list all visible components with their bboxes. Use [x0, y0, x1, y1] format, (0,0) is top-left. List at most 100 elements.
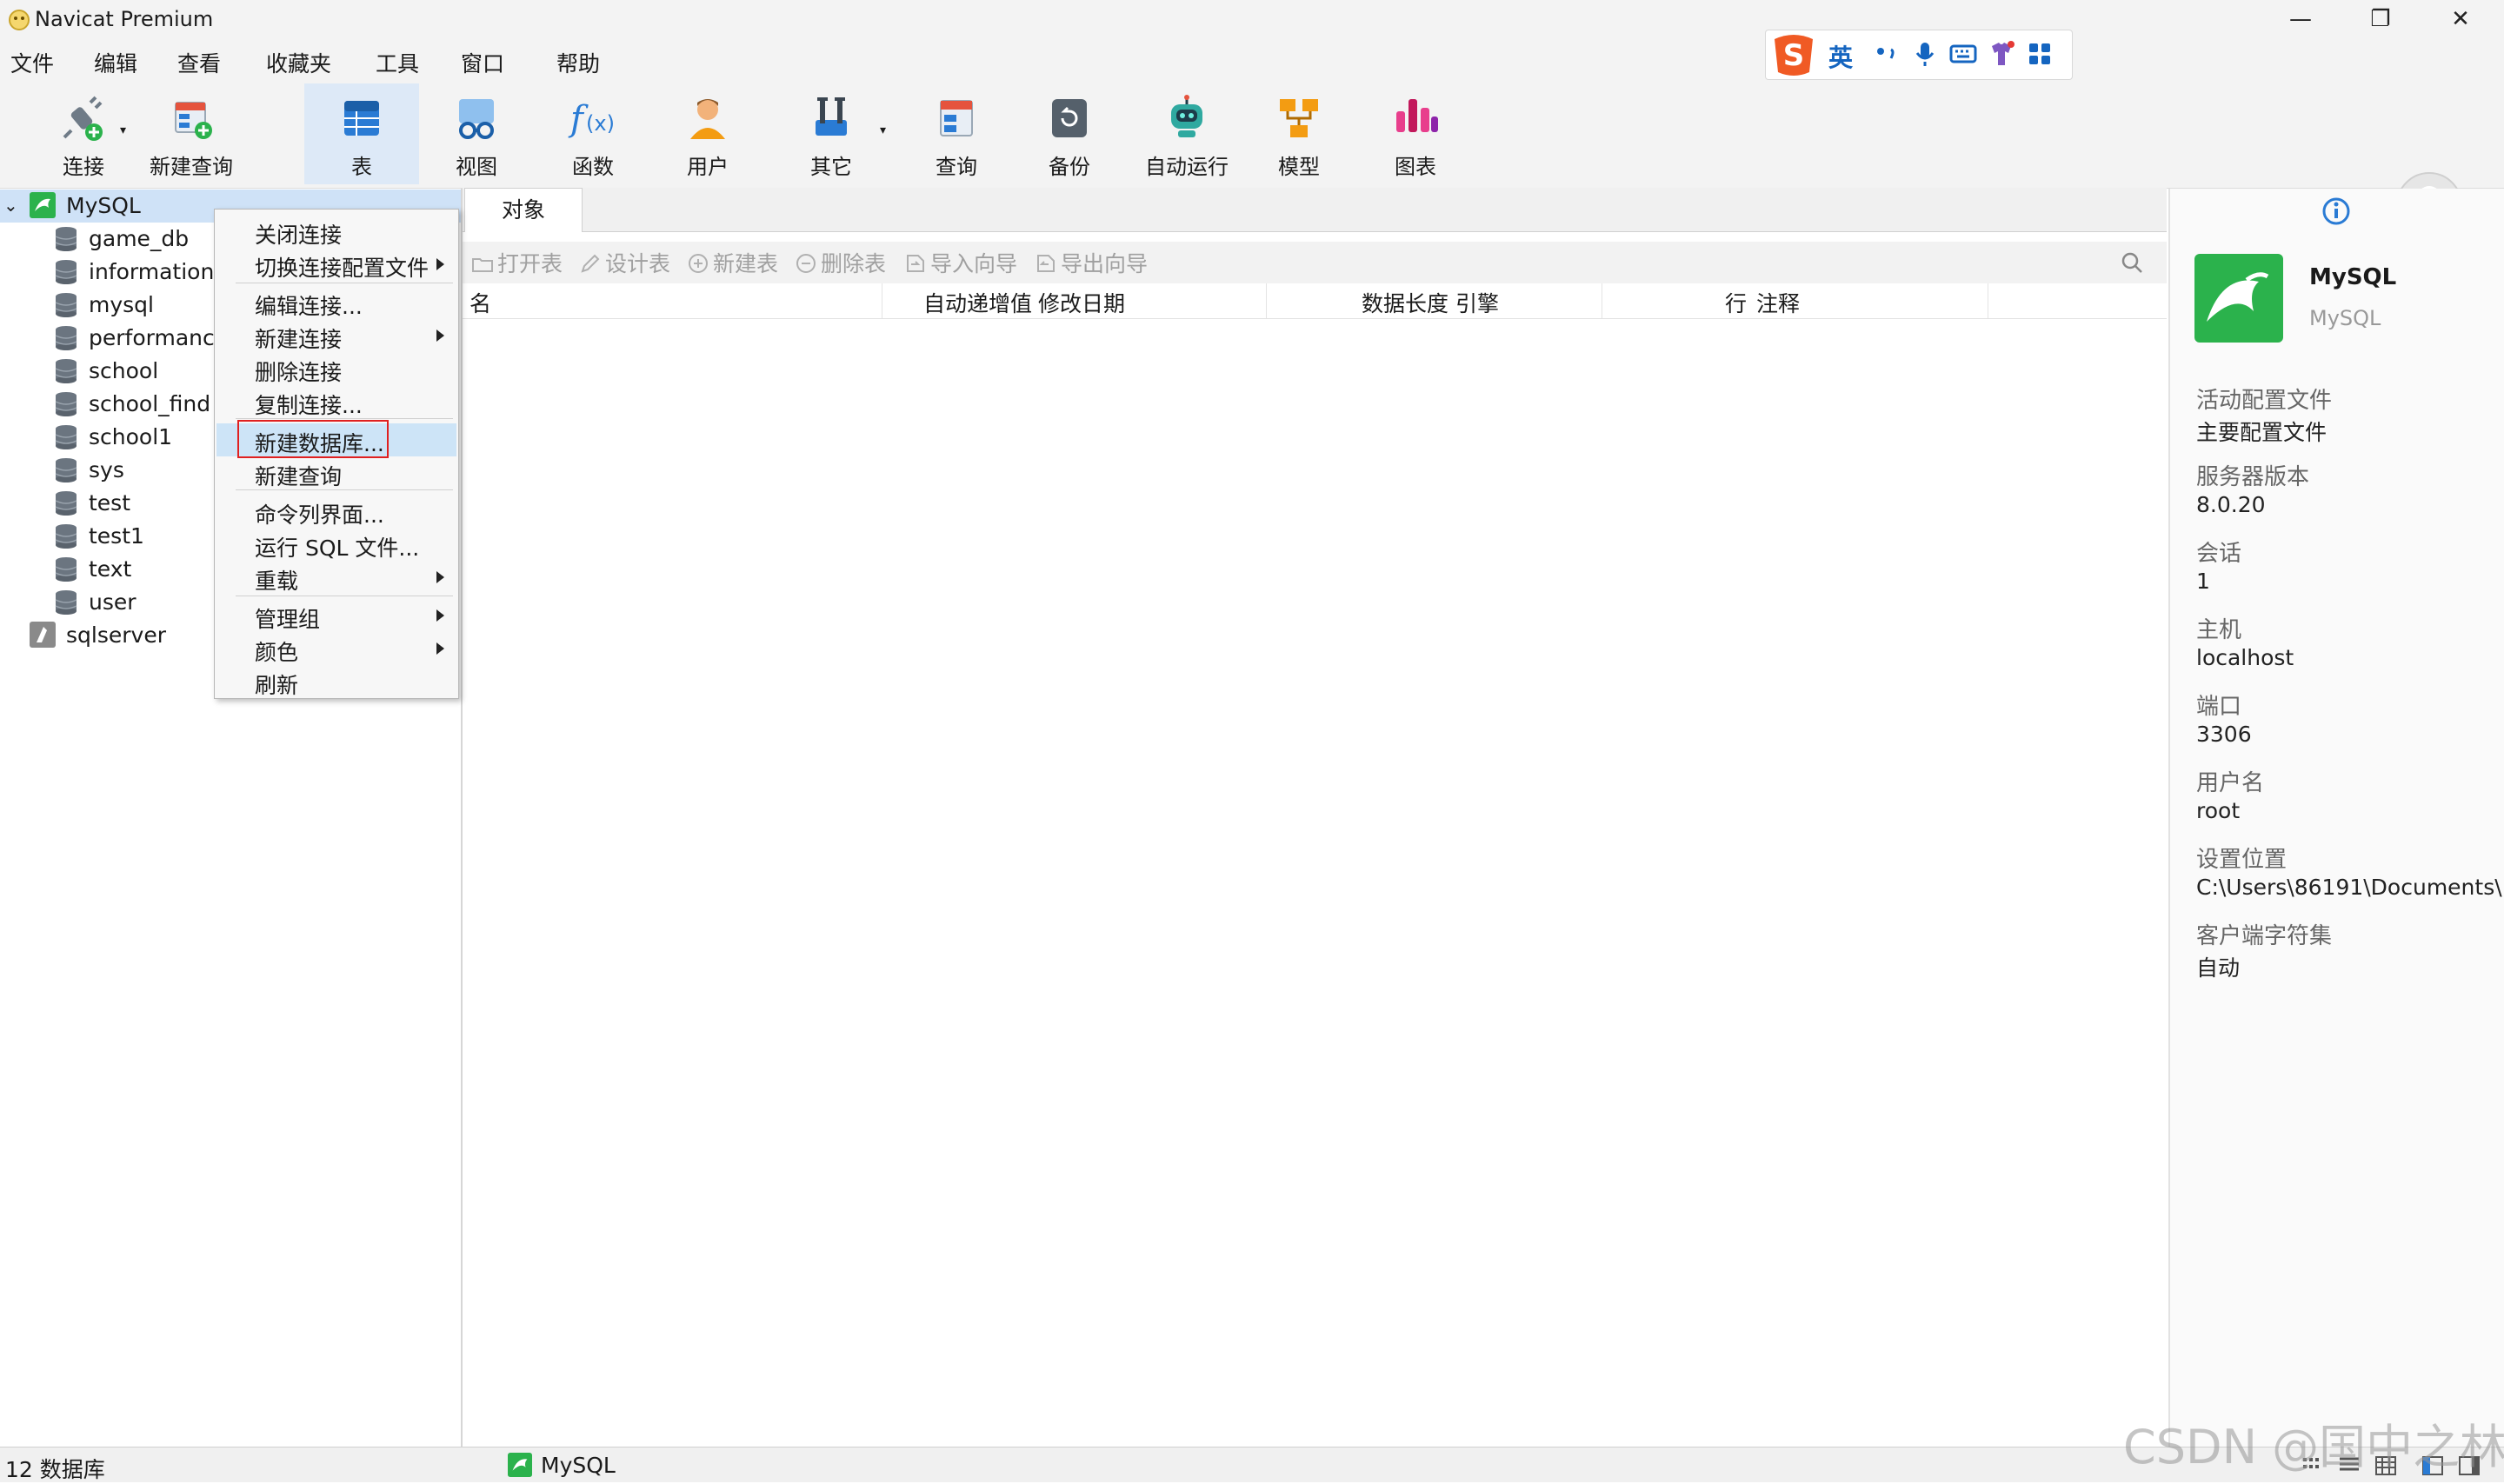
open-table-button[interactable]: 打开表	[471, 247, 563, 278]
tree-label: performance	[89, 325, 229, 350]
database-icon	[55, 227, 77, 251]
info-field-label: 端口	[2196, 694, 2242, 720]
minimize-button[interactable]: —	[2261, 0, 2341, 38]
info-field-value: 8.0.20	[2196, 492, 2266, 517]
column-rows[interactable]: 行	[1725, 287, 1747, 318]
context-menu-label: 刷新	[255, 673, 299, 698]
context-menu-item[interactable]: 重载	[216, 561, 456, 594]
microphone-icon[interactable]	[1910, 39, 1940, 69]
mysql-connection-icon	[30, 192, 56, 218]
chevron-down-icon[interactable]: ⌄	[3, 195, 18, 216]
ime-mode-label[interactable]: 英	[1828, 39, 1853, 74]
menu-tools[interactable]: 工具	[376, 47, 419, 78]
context-menu-item[interactable]: 命令列界面...	[216, 495, 456, 528]
table-button[interactable]: 表	[304, 83, 419, 184]
close-button[interactable]: ✕	[2421, 0, 2501, 38]
info-title: MySQL	[2309, 264, 2397, 290]
context-menu-item[interactable]: 删除连接	[216, 352, 456, 385]
info-field-label: 主机	[2196, 617, 2242, 643]
context-menu-item[interactable]: 关闭连接	[216, 215, 456, 248]
context-menu-item[interactable]: 编辑连接...	[216, 286, 456, 319]
menu-favorites[interactable]: 收藏夹	[266, 47, 331, 78]
menu-view[interactable]: 查看	[177, 47, 221, 78]
punctuation-icon[interactable]	[1872, 39, 1901, 69]
dropdown-arrow-icon[interactable]: ▾	[120, 123, 126, 137]
context-menu-item[interactable]: 新建连接	[216, 319, 456, 352]
menu-edit[interactable]: 编辑	[94, 47, 137, 78]
menu-file[interactable]: 文件	[10, 47, 54, 78]
delete-table-button[interactable]: 删除表	[795, 247, 886, 278]
context-menu-item[interactable]: 复制连接...	[216, 385, 456, 418]
apps-grid-icon[interactable]	[2025, 39, 2054, 69]
info-field-label: 用户名	[2196, 770, 2265, 796]
tree-label: MySQL	[66, 193, 141, 218]
dropdown-arrow-icon[interactable]: ▾	[880, 123, 886, 137]
tab-strip	[463, 188, 2167, 232]
export-wizard-button[interactable]: 导出向导	[1035, 247, 1148, 278]
context-menu-item[interactable]: 运行 SQL 文件...	[216, 528, 456, 561]
column-data-length[interactable]: 数据长度	[1362, 287, 1448, 318]
highlight-annotation-box	[237, 420, 389, 458]
title-bar: Navicat Premium — ❐ ✕	[0, 0, 2504, 38]
column-auto-increment[interactable]: 自动递增值	[923, 287, 1032, 318]
chart-button[interactable]: 图表	[1362, 83, 1469, 184]
function-button[interactable]: f (x) 函数	[539, 83, 647, 184]
database-count: 12 数据库	[5, 1457, 105, 1482]
info-field-value: 主要配置文件	[2196, 420, 2328, 445]
backup-button[interactable]: 备份	[1016, 83, 1123, 184]
watermark: CSDN @国中之林	[2123, 1420, 2504, 1474]
connection-button[interactable]: 连接 ▾	[30, 83, 137, 184]
database-icon	[55, 524, 77, 549]
tree-label: user	[89, 589, 137, 615]
export-wizard-label: 导出向导	[1061, 251, 1149, 276]
column-comment[interactable]: 注释	[1756, 287, 1800, 318]
info-icon[interactable]	[2321, 196, 2351, 226]
toolbar-label: 模型	[1278, 155, 1320, 179]
import-wizard-label: 导入向导	[930, 251, 1018, 276]
sogou-logo-icon[interactable]: S	[1769, 32, 1818, 77]
context-menu-item[interactable]: 切换连接配置文件	[216, 248, 456, 281]
column-modified-date[interactable]: 修改日期	[1038, 287, 1125, 318]
model-button[interactable]: 模型	[1245, 83, 1353, 184]
connection-plug-icon	[63, 96, 103, 141]
toolbar-label: 视图	[456, 155, 497, 179]
table-icon	[344, 101, 379, 136]
context-menu-label: 命令列界面...	[255, 502, 384, 528]
context-menu-label: 颜色	[255, 640, 299, 665]
column-name[interactable]: 名	[470, 287, 491, 318]
tree-label: text	[89, 556, 132, 582]
view-icon	[459, 99, 494, 139]
design-table-label: 设计表	[605, 251, 671, 276]
query-button[interactable]: 查询	[902, 83, 1010, 184]
context-menu-item[interactable]: 管理组	[216, 599, 456, 632]
keyboard-icon[interactable]	[1948, 39, 1978, 69]
info-field-value: localhost	[2196, 645, 2294, 670]
restore-button[interactable]: ❐	[2341, 0, 2421, 38]
skin-shirt-icon[interactable]	[1987, 39, 2016, 69]
navicat-logo-icon	[9, 10, 30, 30]
info-field-label: 设置位置	[2196, 847, 2288, 873]
automation-button[interactable]: 自动运行	[1130, 83, 1243, 184]
tab-objects[interactable]: 对象	[464, 188, 583, 232]
search-icon[interactable]	[2120, 250, 2144, 275]
column-divider[interactable]	[1266, 283, 1267, 318]
context-menu-item[interactable]: 新建查询	[216, 456, 456, 489]
column-engine[interactable]: 引擎	[1455, 287, 1499, 318]
import-wizard-button[interactable]: 导入向导	[904, 247, 1017, 278]
other-button[interactable]: 其它 ▾	[777, 83, 886, 184]
context-menu-item[interactable]: 刷新	[216, 665, 456, 698]
tree-label: information_	[89, 259, 225, 284]
menu-window[interactable]: 窗口	[461, 47, 504, 78]
view-button[interactable]: 视图	[423, 83, 530, 184]
menu-help[interactable]: 帮助	[556, 47, 600, 78]
new-query-button[interactable]: 新建查询	[143, 83, 240, 184]
context-menu-item[interactable]: 颜色	[216, 632, 456, 665]
new-query-icon	[175, 102, 212, 139]
user-button[interactable]: 用户	[654, 83, 762, 184]
object-toolbar: 打开表 设计表 新建表 删除表 导入向导 导出向导	[463, 242, 2167, 283]
database-icon	[55, 491, 77, 516]
design-table-button[interactable]: 设计表	[579, 247, 670, 278]
new-table-button[interactable]: 新建表	[687, 247, 778, 278]
context-menu-label: 复制连接...	[255, 393, 363, 418]
plus-circle-icon	[689, 254, 708, 273]
